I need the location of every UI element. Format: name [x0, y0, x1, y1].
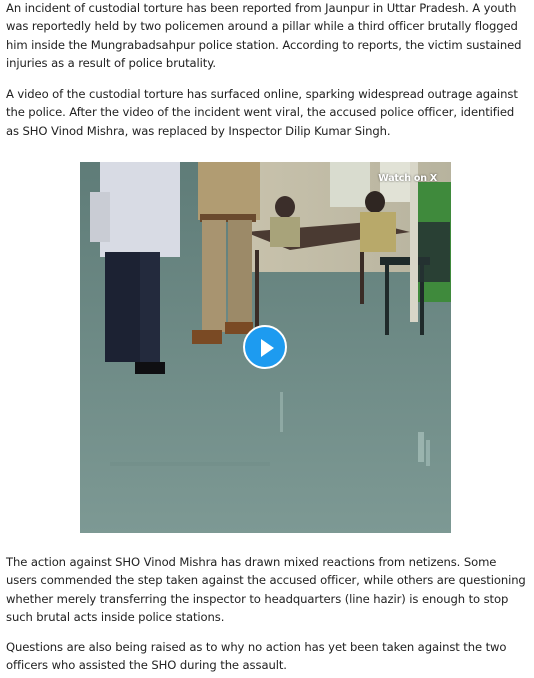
video-embed[interactable]: Watch on X	[80, 162, 451, 533]
article-paragraph: An incident of custodial torture has bee…	[6, 1, 522, 71]
article-paragraph: Questions are also being raised as to wh…	[6, 640, 507, 673]
play-icon	[261, 339, 274, 357]
play-button[interactable]	[243, 325, 287, 369]
watch-on-x-badge[interactable]: Watch on X	[378, 173, 437, 184]
article-paragraph: The action against SHO Vinod Mishra has …	[6, 555, 526, 625]
article-paragraph: A video of the custodial torture has sur…	[6, 87, 518, 138]
